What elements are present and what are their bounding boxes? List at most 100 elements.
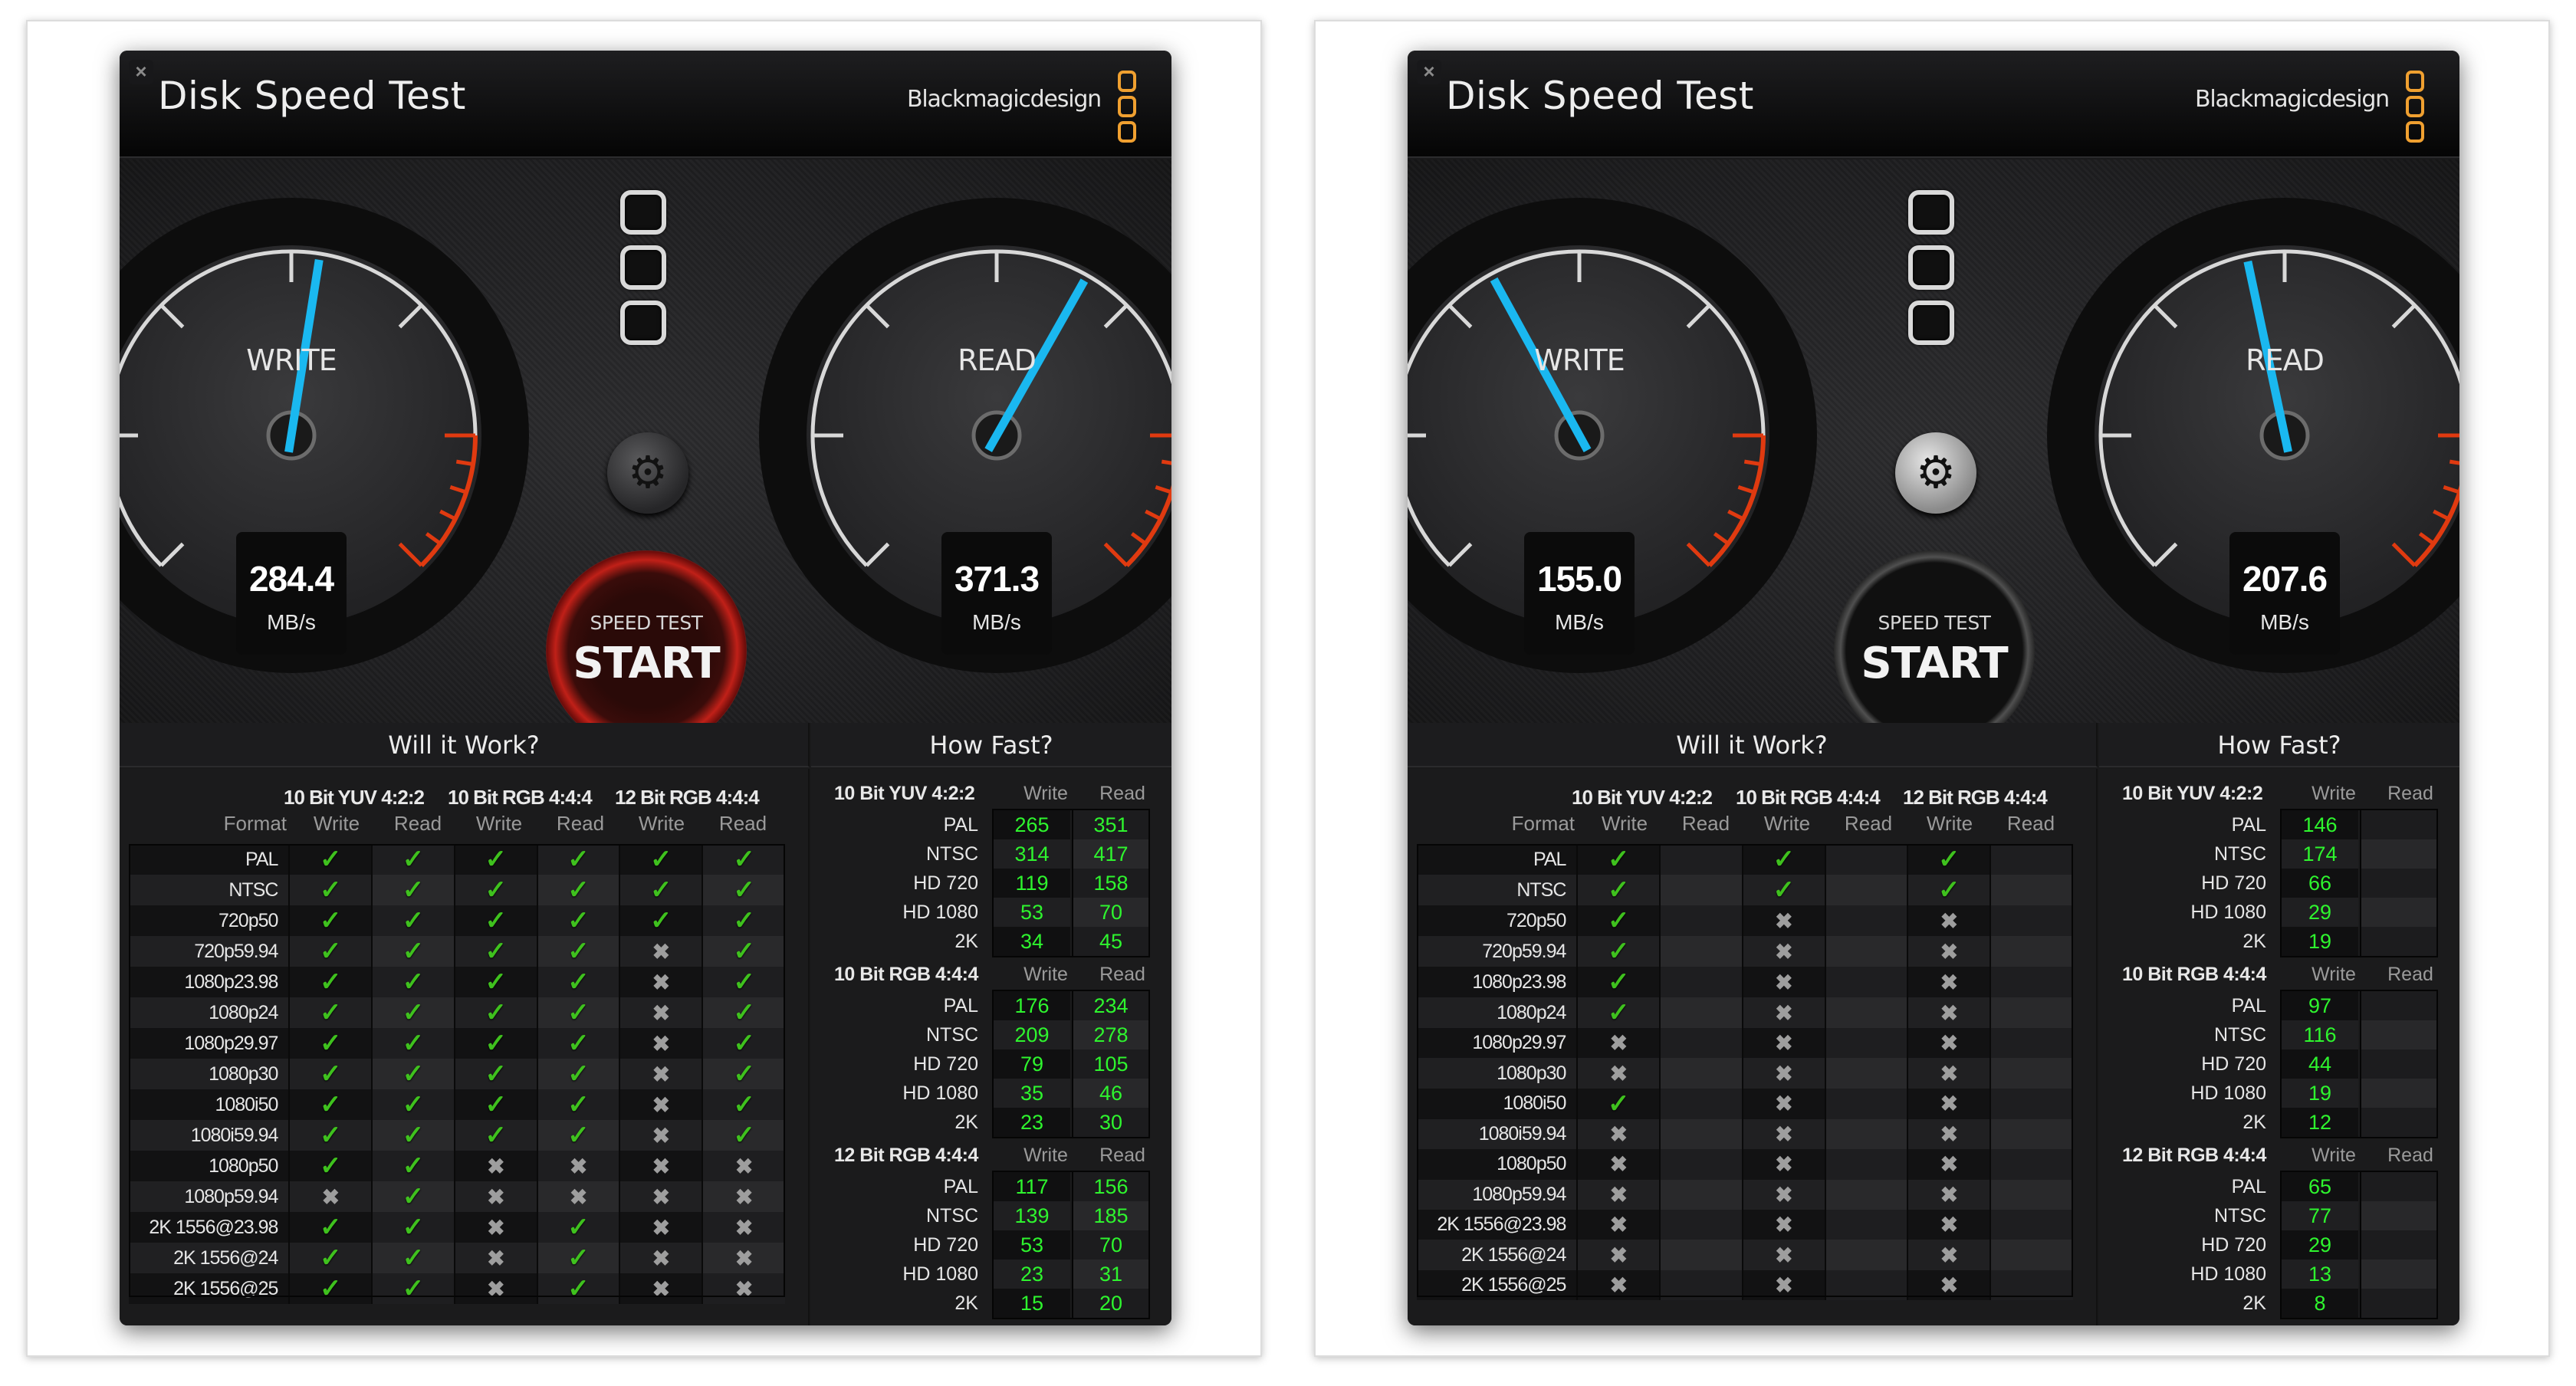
status-cell [1659,905,1743,936]
table-row: 1080i50 ✓ ✖ ✖ [1417,1088,2073,1119]
status-cell [1659,1058,1743,1089]
settings-button[interactable]: ⚙ [1895,432,1976,514]
write-column-header: Write [2312,783,2356,804]
status-cell [1824,936,1908,967]
table-row: 1080p24 ✓ ✖ ✖ [1417,997,2073,1028]
check-icon: ✓ [320,937,342,966]
table-row: 720p59.94 ✓ ✓ ✓ ✓ ✖ ✓ [129,936,785,967]
status-cell: ✓ [702,844,785,875]
format-label: 2K 1556@24 [1417,1240,1578,1270]
table-row: NTSC 139 185 [811,1201,1171,1230]
table-row: NTSC 314 417 [811,839,1171,869]
table-row: HD 1080 23 31 [811,1260,1171,1289]
status-cell: ✓ [453,844,537,875]
status-cell [1990,1088,2073,1119]
gauge-dashboard: WRITE 155.0 MB/s READ 207.6 MB/s ⚙ SPEED… [1408,159,2459,751]
check-icon: ✓ [650,875,672,905]
check-icon: ✓ [402,1151,425,1181]
cross-icon: ✖ [1940,1092,1959,1116]
check-icon: ✓ [567,1029,590,1058]
how-fast-rows: PAL 97 NTSC 116 HD 720 44 HD 1080 19 2K 12 [2099,991,2459,1137]
resolution-label: NTSC [2213,1205,2266,1227]
how-fast-header: How Fast? [811,723,1171,767]
status-cell: ✖ [702,1151,785,1181]
status-cell [1659,1149,1743,1180]
read-speed-unit: MB/s [972,610,1021,634]
format-label: NTSC [1417,875,1578,905]
write-fps-value: 15 [994,1289,1070,1318]
status-cell: ✓ [453,936,537,967]
check-icon: ✓ [320,1029,342,1058]
speed-test-start-button[interactable]: SPEED TEST START [546,550,747,751]
status-cell [1824,1269,1908,1301]
write-readout: 155.0 MB/s [1524,532,1635,655]
group-header: 10 Bit RGB 4:4:4 [834,964,978,985]
status-cell [1659,1209,1743,1240]
redline-arc [419,435,478,567]
read-fps-value [2360,1289,2436,1318]
status-cell: ✓ [1576,875,1661,905]
resolution-label: HD 1080 [2190,902,2266,923]
cross-icon: ✖ [1609,1152,1628,1177]
write-fps-value: 29 [2282,898,2358,927]
how-fast-panel: 10 Bit YUV 4:2:2 Write Read PAL 146 NTSC 174 HD… [2099,769,2459,1325]
cross-icon: ✖ [487,1215,505,1240]
major-tick [2153,542,2178,567]
status-cell: ✖ [1576,1118,1661,1150]
status-cell: ✖ [1741,936,1825,967]
cross-icon: ✖ [1940,1061,1959,1085]
read-fps-value: 185 [1072,1201,1148,1230]
scale-arc [1408,249,1766,567]
read-fps-value [2360,991,2436,1020]
table-row: 720p59.94 ✓ ✖ ✖ [1417,936,2073,967]
check-icon: ✓ [402,845,425,874]
table-row: PAL 146 [2099,810,2459,839]
format-label: 1080p50 [1417,1149,1578,1180]
close-button[interactable]: × [1417,60,1441,84]
status-cell: ✓ [1907,875,1991,905]
minor-tick [1155,484,1171,494]
status-led-3 [1908,301,1954,345]
format-label: 1080i50 [129,1089,290,1120]
table-row: 1080i59.94 ✓ ✓ ✓ ✓ ✖ ✓ [129,1120,785,1151]
status-cell: ✓ [702,967,785,997]
column-headers: Format Write Read Write Read Write Read [1408,812,2098,838]
table-row: 1080p30 ✓ ✓ ✓ ✓ ✖ ✓ [129,1059,785,1089]
status-cell: ✓ [536,1059,620,1089]
close-button[interactable]: × [129,60,153,84]
status-cell: ✓ [288,875,373,905]
speed-test-start-button[interactable]: SPEED TEST START [1834,550,2035,751]
write-fps-value: 314 [994,839,1070,869]
status-cell: ✖ [1741,1088,1825,1119]
will-it-work-header: Will it Work? [120,723,810,767]
will-it-work-table: PAL ✓ ✓ ✓ ✓ ✓ ✓ NTSC ✓ ✓ ✓ ✓ ✓ ✓ 720p50 ✓ ✓ ✓ ✓ ✓ ✓ 720p59.94… [129,844,785,1304]
write-fps-value: 174 [2282,839,2358,869]
write-fps-value: 146 [2282,810,2358,839]
settings-button[interactable]: ⚙ [607,432,688,514]
check-icon: ✓ [485,937,508,966]
table-row: HD 720 29 [2099,1230,2459,1260]
table-row: PAL ✓ ✓ ✓ [1417,844,2073,875]
screenshot-card-left: × Disk Speed Test Blackmagicdesign WRITE… [26,20,1262,1357]
table-row: HD 720 119 158 [811,869,1171,898]
status-cell: ✓ [288,844,373,875]
status-cell: ✓ [536,1028,620,1059]
status-cell [1990,905,2073,936]
check-icon: ✓ [733,937,755,966]
cross-icon: ✖ [1609,1122,1628,1146]
table-row: 1080p23.98 ✓ ✖ ✖ [1417,967,2073,997]
status-cell: ✓ [371,875,455,905]
status-cell: ✖ [1907,1209,1991,1240]
table-row: NTSC 174 [2099,839,2459,869]
major-tick [1447,542,1473,567]
status-cell: ✓ [453,997,537,1028]
status-cell [1659,997,1743,1028]
read-gauge: READ 207.6 MB/s [2047,198,2459,673]
status-cell: ✓ [288,1089,373,1120]
cross-icon: ✖ [1775,1031,1793,1056]
check-icon: ✓ [402,1243,425,1273]
status-cell: ✓ [536,1273,620,1304]
status-cell: ✖ [619,1151,703,1181]
read-gauge: READ 371.3 MB/s [759,198,1171,673]
check-icon: ✓ [1608,845,1630,874]
